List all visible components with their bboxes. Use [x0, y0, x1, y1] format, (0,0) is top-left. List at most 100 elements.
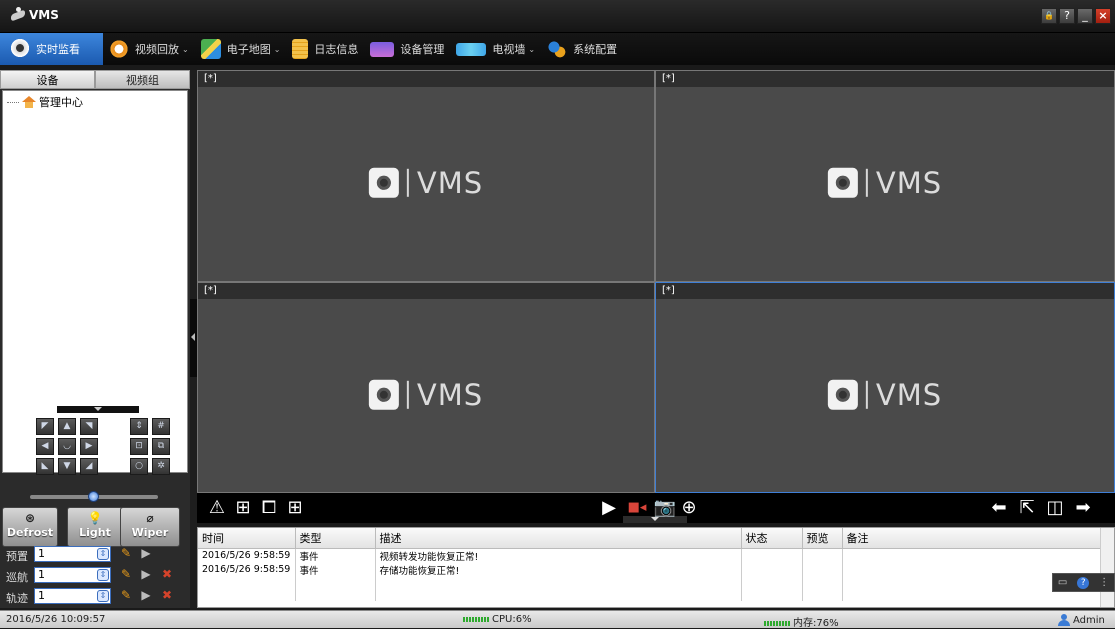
- record-icon[interactable]: ■◂: [623, 497, 651, 519]
- collapse-left-panel-handle[interactable]: [190, 299, 197, 377]
- alarm-icon[interactable]: ⚠: [205, 497, 229, 519]
- log-empty-cell: [198, 576, 296, 601]
- close-button[interactable]: ×: [1095, 8, 1111, 24]
- keyboard-icon[interactable]: ▭: [1058, 577, 1067, 588]
- user-icon: [1058, 614, 1070, 626]
- video-pane-3[interactable]: [*] VMS: [197, 282, 655, 493]
- defrost-button[interactable]: ⊛ Defrost: [2, 507, 58, 547]
- cruise-delete-icon[interactable]: ✖: [160, 567, 174, 581]
- log-column-header[interactable]: 描述: [375, 528, 742, 549]
- video-pane-2[interactable]: [*] VMS: [655, 70, 1115, 282]
- log-scrollbar[interactable]: [1100, 528, 1114, 607]
- preset-call-icon[interactable]: ▶: [139, 546, 153, 560]
- ptz-up-left-button[interactable]: ◤: [36, 418, 54, 435]
- next-page-icon[interactable]: ➡: [1071, 497, 1095, 519]
- watermark-divider: [865, 168, 868, 197]
- chevron-down-icon[interactable]: ⌄: [182, 45, 189, 54]
- menu-item-6[interactable]: 系统配置: [541, 33, 623, 65]
- ptz-down-right-button[interactable]: ◢: [80, 458, 98, 475]
- log-column-header[interactable]: 状态: [741, 528, 803, 549]
- menu-item-3[interactable]: 日志信息: [286, 33, 364, 65]
- device-tree: 管理中心: [2, 90, 188, 473]
- wiper-icon: ⌀: [146, 511, 154, 525]
- menu-item-1[interactable]: 视频回放 ⌄: [103, 33, 195, 65]
- layout-grid-icon[interactable]: ⊞: [283, 497, 307, 519]
- cruise-edit-icon[interactable]: ✎: [119, 567, 133, 581]
- watermark-text: VMS: [416, 377, 484, 412]
- chevron-down-icon[interactable]: ⌄: [274, 45, 281, 54]
- log-empty-cell: [802, 576, 843, 601]
- video-pane-4[interactable]: [*] VMS: [655, 282, 1115, 493]
- current-user[interactable]: Admin: [1058, 614, 1105, 626]
- track-delete-icon[interactable]: ✖: [160, 588, 174, 602]
- ptz-speed-slider[interactable]: [30, 491, 158, 502]
- more-icon[interactable]: ⋮: [1099, 577, 1109, 588]
- tab-video-groups[interactable]: 视频组: [95, 70, 190, 89]
- log-column-header[interactable]: 类型: [295, 528, 376, 549]
- preset-input[interactable]: 1 ⇕: [34, 546, 111, 562]
- preset-spin-icon[interactable]: ⇕: [97, 548, 109, 560]
- help-button[interactable]: ?: [1059, 8, 1075, 24]
- cruise-input[interactable]: 1 ⇕: [34, 567, 111, 583]
- layout-4-icon[interactable]: ⊞: [231, 497, 255, 519]
- camera-logo-icon: [827, 167, 858, 198]
- panel-splitter[interactable]: [190, 70, 197, 608]
- ptz-focus-button[interactable]: ⇕: [130, 418, 148, 435]
- play-icon[interactable]: ▶: [597, 497, 621, 519]
- lock-button[interactable]: 🔒: [1041, 8, 1057, 24]
- ptz-zoom-in-button[interactable]: ⊡: [130, 438, 148, 455]
- log-row[interactable]: 2016/5/26 9:58:59 事件 视频转发功能恢复正常!: [198, 548, 1101, 563]
- minimize-button[interactable]: _: [1077, 8, 1093, 24]
- zoom-icon[interactable]: ⊕: [677, 497, 701, 519]
- video-toolbar: ⚠ ⊞ ⧠ ⊞ ▶ ■◂ 📷 ⊕ ⬅ ⇱ ◫ ➡: [197, 493, 1115, 523]
- menu-item-5[interactable]: 电视墙 ⌄: [450, 33, 541, 65]
- chevron-down-icon[interactable]: ⌄: [528, 45, 535, 54]
- ptz-grid-button[interactable]: #: [152, 418, 170, 435]
- cruise-spin-icon[interactable]: ⇕: [97, 569, 109, 581]
- track-play-icon[interactable]: ▶: [139, 588, 153, 602]
- preset-edit-icon[interactable]: ✎: [119, 546, 133, 560]
- window-icon[interactable]: ◫: [1043, 497, 1067, 519]
- watermark-text: VMS: [416, 165, 484, 200]
- wiper-button[interactable]: ⌀ Wiper: [120, 507, 180, 547]
- snapshot-icon[interactable]: 📷: [653, 497, 677, 519]
- user-name: Admin: [1073, 615, 1105, 626]
- monitor-icon: [370, 41, 395, 57]
- restore-icon[interactable]: ⇱: [1015, 497, 1039, 519]
- ptz-zoom-out-button[interactable]: ⧉: [152, 438, 170, 455]
- tree-node-root[interactable]: 管理中心: [7, 94, 83, 110]
- ptz-iris-open-button[interactable]: ✲: [152, 458, 170, 475]
- video-pane-1[interactable]: [*] VMS: [197, 70, 655, 282]
- status-datetime: 2016/5/26 10:09:57: [6, 614, 106, 625]
- cruise-play-icon[interactable]: ▶: [139, 567, 153, 581]
- ptz-right-button[interactable]: ▶: [80, 438, 98, 455]
- video-grid: [*] VMS [*] VMS [*] VMS [*] VMS: [197, 70, 1115, 493]
- cpu-meter-icon: [463, 616, 489, 622]
- track-edit-icon[interactable]: ✎: [119, 588, 133, 602]
- ptz-left-button[interactable]: ◀: [36, 438, 54, 455]
- menu-item-0[interactable]: 实时监看: [0, 33, 103, 65]
- track-spin-icon[interactable]: ⇕: [97, 590, 109, 602]
- prev-page-icon[interactable]: ⬅: [987, 497, 1011, 519]
- ptz-down-left-button[interactable]: ◣: [36, 458, 54, 475]
- log-column-header[interactable]: 备注: [842, 528, 1101, 549]
- fullscreen-icon[interactable]: ⧠: [257, 497, 281, 519]
- ptz-down-button[interactable]: ▼: [58, 458, 76, 475]
- light-button[interactable]: 💡 Light: [67, 507, 123, 547]
- webcam-icon: [10, 39, 30, 59]
- log-row[interactable]: 2016/5/26 9:58:59 事件 存储功能恢复正常!: [198, 562, 1101, 577]
- help-icon[interactable]: ?: [1077, 576, 1090, 589]
- track-input[interactable]: 1 ⇕: [34, 588, 111, 604]
- slider-knob[interactable]: [88, 491, 99, 502]
- ptz-up-right-button[interactable]: ◥: [80, 418, 98, 435]
- tab-devices[interactable]: 设备: [0, 70, 95, 89]
- ptz-collapse-handle[interactable]: [57, 406, 139, 413]
- ptz-auto-button[interactable]: ◡: [58, 438, 76, 455]
- ptz-iris-close-button[interactable]: ○: [130, 458, 148, 475]
- menu-item-4[interactable]: 设备管理: [364, 33, 450, 65]
- floating-toolbar: ▭ ? ⋮: [1052, 573, 1115, 592]
- log-column-header[interactable]: 时间: [198, 528, 296, 549]
- log-column-header[interactable]: 预览: [802, 528, 843, 549]
- ptz-up-button[interactable]: ▲: [58, 418, 76, 435]
- menu-item-2[interactable]: 电子地图 ⌄: [195, 33, 287, 65]
